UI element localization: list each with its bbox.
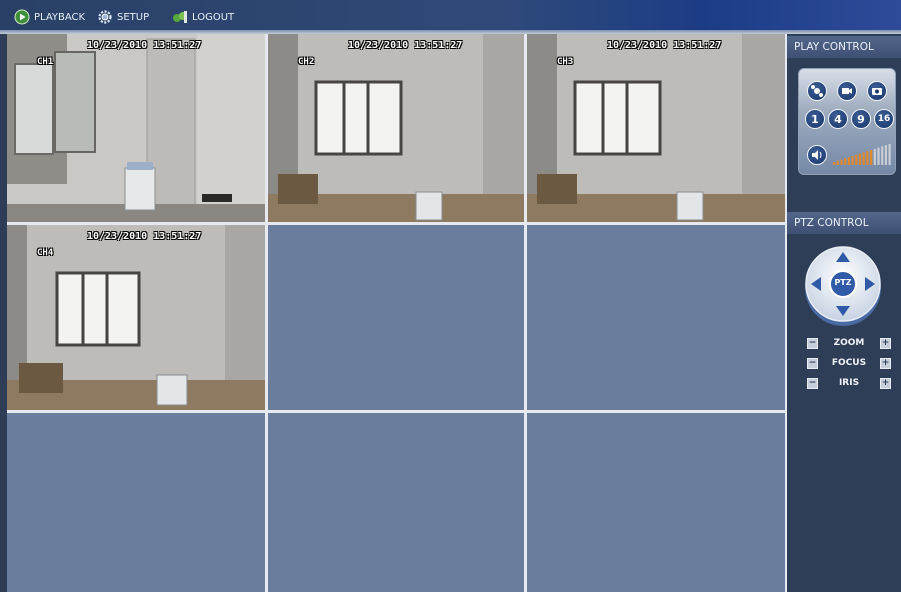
zoom-control: − ZOOM + — [807, 336, 891, 350]
video-grid: 10/23/2010 13:51:27 CH1 10/23/2010 13:51… — [7, 34, 787, 592]
logout-icon — [173, 11, 187, 23]
focus-label: FOCUS — [831, 358, 867, 368]
camera-view-empty[interactable] — [7, 413, 265, 592]
camera-view-ch2[interactable]: 10/23/2010 13:51:27 CH2 — [268, 34, 524, 222]
snapshot-button[interactable] — [867, 81, 887, 101]
play-control-header: PLAY CONTROL — [787, 36, 901, 58]
focus-plus-button[interactable]: + — [880, 357, 891, 369]
iris-plus-button[interactable]: + — [880, 377, 891, 389]
top-menu-bar: PLAYBACK SETUP LOGOUT — [0, 0, 901, 34]
channel-label: CH3 — [557, 57, 574, 67]
volume-bar — [888, 144, 891, 165]
zoom-plus-button[interactable]: + — [880, 337, 891, 349]
volume-bar — [870, 150, 873, 165]
play-control-panel: 1 4 9 16 — [798, 68, 896, 175]
camera-view-ch4[interactable]: 10/23/2010 13:51:27 CH4 — [7, 225, 265, 410]
ptz-center-button[interactable]: PTZ — [832, 278, 854, 287]
volume-button[interactable] — [807, 145, 827, 165]
camera-icon — [842, 88, 852, 94]
snapshot-icon — [872, 88, 882, 95]
volume-bar — [858, 153, 862, 165]
record-icon — [811, 85, 823, 97]
volume-bar — [881, 146, 884, 165]
logout-label: LOGOUT — [192, 11, 235, 23]
split-1-button[interactable]: 1 — [805, 109, 825, 129]
zoom-minus-button[interactable]: − — [807, 337, 818, 349]
timestamp-overlay: 10/23/2010 13:51:27 — [348, 40, 463, 51]
volume-bar — [840, 159, 843, 165]
volume-bar — [862, 152, 865, 165]
iris-label: IRIS — [838, 378, 860, 388]
volume-bar — [877, 147, 880, 165]
volume-bar — [884, 145, 887, 165]
volume-bar — [836, 160, 839, 165]
playback-label: PLAYBACK — [34, 11, 86, 23]
setup-label: SETUP — [117, 11, 150, 23]
playback-menu-item[interactable]: PLAYBACK — [14, 8, 85, 26]
timestamp-overlay: 10/23/2010 13:51:27 — [87, 231, 202, 242]
timestamp-overlay: 10/23/2010 13:51:27 — [87, 40, 202, 51]
volume-bar — [873, 148, 876, 165]
camera-view-ch3[interactable]: 10/23/2010 13:51:27 CH3 — [527, 34, 785, 222]
volume-slider[interactable] — [833, 143, 893, 165]
ptz-control-header: PTZ CONTROL — [787, 212, 901, 234]
iris-minus-button[interactable]: − — [807, 377, 818, 389]
setup-menu-item[interactable]: SETUP — [97, 8, 149, 26]
camera-button[interactable] — [837, 81, 857, 101]
volume-bar — [847, 157, 850, 165]
camera-view-empty[interactable] — [527, 413, 785, 592]
focus-minus-button[interactable]: − — [807, 357, 818, 369]
camera-view-empty[interactable] — [268, 225, 524, 410]
gear-icon — [98, 10, 112, 24]
ptz-direction-pad: PTZ — [803, 244, 883, 329]
playback-icon — [14, 9, 30, 25]
zoom-label: ZOOM — [833, 338, 865, 348]
camera-view-empty[interactable] — [527, 225, 785, 410]
volume-bar — [844, 158, 847, 165]
channel-label: CH2 — [298, 57, 315, 67]
iris-control: − IRIS + — [807, 376, 891, 390]
channel-label: CH4 — [37, 248, 54, 258]
volume-bar — [866, 151, 869, 165]
camera-view-ch1[interactable]: 10/23/2010 13:51:27 CH1 — [7, 34, 265, 222]
split-4-button[interactable]: 4 — [828, 109, 848, 129]
speaker-icon — [812, 150, 822, 160]
camera-view-empty[interactable] — [268, 413, 524, 592]
logout-menu-item[interactable]: LOGOUT — [172, 8, 234, 26]
focus-control: − FOCUS + — [807, 356, 891, 370]
volume-bar — [833, 162, 836, 165]
record-button[interactable] — [807, 81, 827, 101]
volume-bar — [851, 156, 854, 165]
split-16-button[interactable]: 16 — [874, 109, 894, 129]
split-9-button[interactable]: 9 — [851, 109, 871, 129]
timestamp-overlay: 10/23/2010 13:51:27 — [607, 40, 722, 51]
volume-bar — [855, 154, 858, 165]
control-sidebar: PLAY CONTROL 1 4 9 16 PTZ CONTROL PTZ − … — [787, 34, 901, 592]
channel-label: CH1 — [37, 57, 54, 67]
